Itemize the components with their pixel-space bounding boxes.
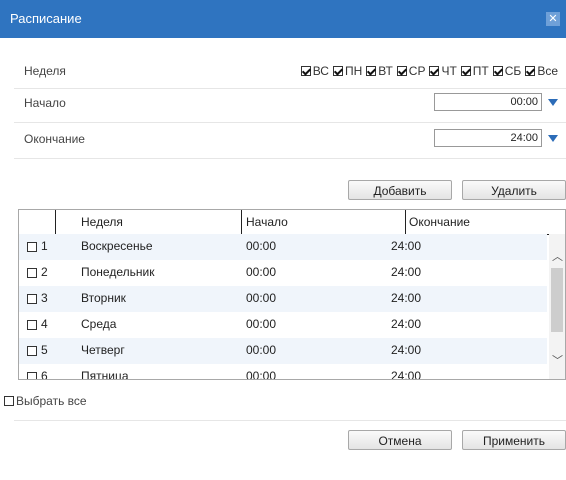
day-tue[interactable]: ВТ: [366, 64, 393, 78]
start-dropdown-icon[interactable]: [548, 99, 558, 106]
row-start: 00:00: [246, 317, 277, 331]
row-checkbox[interactable]: [27, 346, 37, 356]
row-start: 00:00: [246, 343, 277, 357]
row-start: 00:00: [246, 265, 277, 279]
schedule-dialog: Расписание ✕ Неделя ВС ПН ВТ СР ЧТ ПТ СБ…: [0, 0, 566, 480]
day-tue-checkbox[interactable]: [366, 66, 377, 76]
table-row[interactable]: 2 Понедельник 00:00 24:00: [19, 260, 547, 286]
row-start: 00:00: [246, 369, 277, 380]
row-start: 00:00: [246, 291, 277, 305]
row-checkbox[interactable]: [27, 268, 37, 278]
row-checkbox[interactable]: [27, 242, 37, 252]
select-all[interactable]: Выбрать все: [4, 394, 87, 408]
row-day: Пятница: [81, 369, 129, 380]
row-number: 4: [41, 317, 48, 331]
select-all-checkbox[interactable]: [4, 396, 14, 406]
end-dropdown-icon[interactable]: [548, 135, 558, 142]
week-label: Неделя: [24, 64, 66, 78]
row-end: 24:00: [391, 291, 422, 305]
dialog-titlebar: Расписание ✕: [0, 0, 566, 38]
row-checkbox[interactable]: [27, 372, 37, 379]
table-row[interactable]: 6 Пятница 00:00 24:00: [19, 364, 547, 380]
day-sun[interactable]: ВС: [300, 64, 329, 78]
week-days: ВС ПН ВТ СР ЧТ ПТ СБ Все: [297, 64, 558, 78]
scroll-up-icon[interactable]: ︿: [552, 248, 563, 264]
day-sun-checkbox[interactable]: [300, 66, 311, 76]
row-end: 24:00: [391, 265, 422, 279]
day-mon-checkbox[interactable]: [332, 66, 343, 76]
row-number: 1: [41, 239, 48, 253]
day-mon[interactable]: ПН: [332, 64, 362, 78]
row-end: 24:00: [391, 369, 422, 380]
table-header: Неделя Начало Окончание: [19, 210, 565, 235]
day-wed[interactable]: СР: [396, 64, 425, 78]
row-end: 24:00: [391, 317, 422, 331]
row-day: Четверг: [81, 343, 125, 357]
day-sat[interactable]: СБ: [492, 64, 521, 78]
row-day: Понедельник: [81, 265, 155, 279]
table-row[interactable]: 5 Четверг 00:00 24:00: [19, 338, 547, 364]
table-row[interactable]: 4 Среда 00:00 24:00: [19, 312, 547, 338]
end-time-input[interactable]: 24:00: [434, 129, 542, 147]
day-wed-checkbox[interactable]: [396, 66, 407, 76]
header-start: Начало: [246, 215, 288, 229]
header-divider: [405, 210, 406, 234]
start-label: Начало: [24, 96, 66, 110]
day-thu-checkbox[interactable]: [429, 66, 440, 76]
row-day: Воскресенье: [81, 239, 153, 253]
dialog-title: Расписание: [10, 11, 82, 26]
header-divider: [241, 210, 242, 234]
row-number: 6: [41, 369, 48, 380]
week-row: Неделя ВС ПН ВТ СР ЧТ ПТ СБ Все: [14, 58, 566, 88]
day-thu[interactable]: ЧТ: [429, 64, 457, 78]
header-end: Окончание: [409, 215, 470, 229]
cancel-button[interactable]: Отмена: [348, 430, 452, 450]
row-day: Среда: [81, 317, 117, 331]
start-time-input[interactable]: 00:00: [434, 93, 542, 111]
divider: [14, 122, 566, 123]
row-start: 00:00: [246, 239, 277, 253]
table-row[interactable]: 3 Вторник 00:00 24:00: [19, 286, 547, 312]
apply-button[interactable]: Применить: [462, 430, 566, 450]
header-divider: [55, 210, 56, 234]
scrollbar-thumb[interactable]: [551, 268, 563, 332]
table-scrollbar[interactable]: ︿ ﹀: [549, 234, 565, 379]
select-all-label: Выбрать все: [16, 394, 87, 408]
row-checkbox[interactable]: [27, 320, 37, 330]
row-number: 3: [41, 291, 48, 305]
day-fri-checkbox[interactable]: [460, 66, 471, 76]
end-label: Окончание: [24, 132, 85, 146]
schedule-table: Неделя Начало Окончание 1 Воскресенье 00…: [18, 209, 566, 380]
divider: [14, 88, 566, 89]
day-sat-checkbox[interactable]: [492, 66, 503, 76]
end-row: Окончание 24:00: [14, 126, 566, 156]
scroll-down-icon[interactable]: ﹀: [552, 352, 563, 368]
table-row[interactable]: 1 Воскресенье 00:00 24:00: [19, 234, 547, 260]
row-number: 2: [41, 265, 48, 279]
row-end: 24:00: [391, 343, 422, 357]
delete-button[interactable]: Удалить: [462, 180, 566, 200]
close-icon[interactable]: ✕: [546, 12, 560, 26]
day-fri[interactable]: ПТ: [460, 64, 489, 78]
day-all-checkbox[interactable]: [525, 66, 536, 76]
row-number: 5: [41, 343, 48, 357]
divider: [14, 158, 566, 159]
day-all[interactable]: Все: [525, 64, 558, 78]
row-end: 24:00: [391, 239, 422, 253]
start-row: Начало 00:00: [14, 90, 566, 120]
divider: [14, 420, 566, 421]
header-week: Неделя: [81, 215, 123, 229]
row-checkbox[interactable]: [27, 294, 37, 304]
add-button[interactable]: Добавить: [348, 180, 452, 200]
row-day: Вторник: [81, 291, 126, 305]
